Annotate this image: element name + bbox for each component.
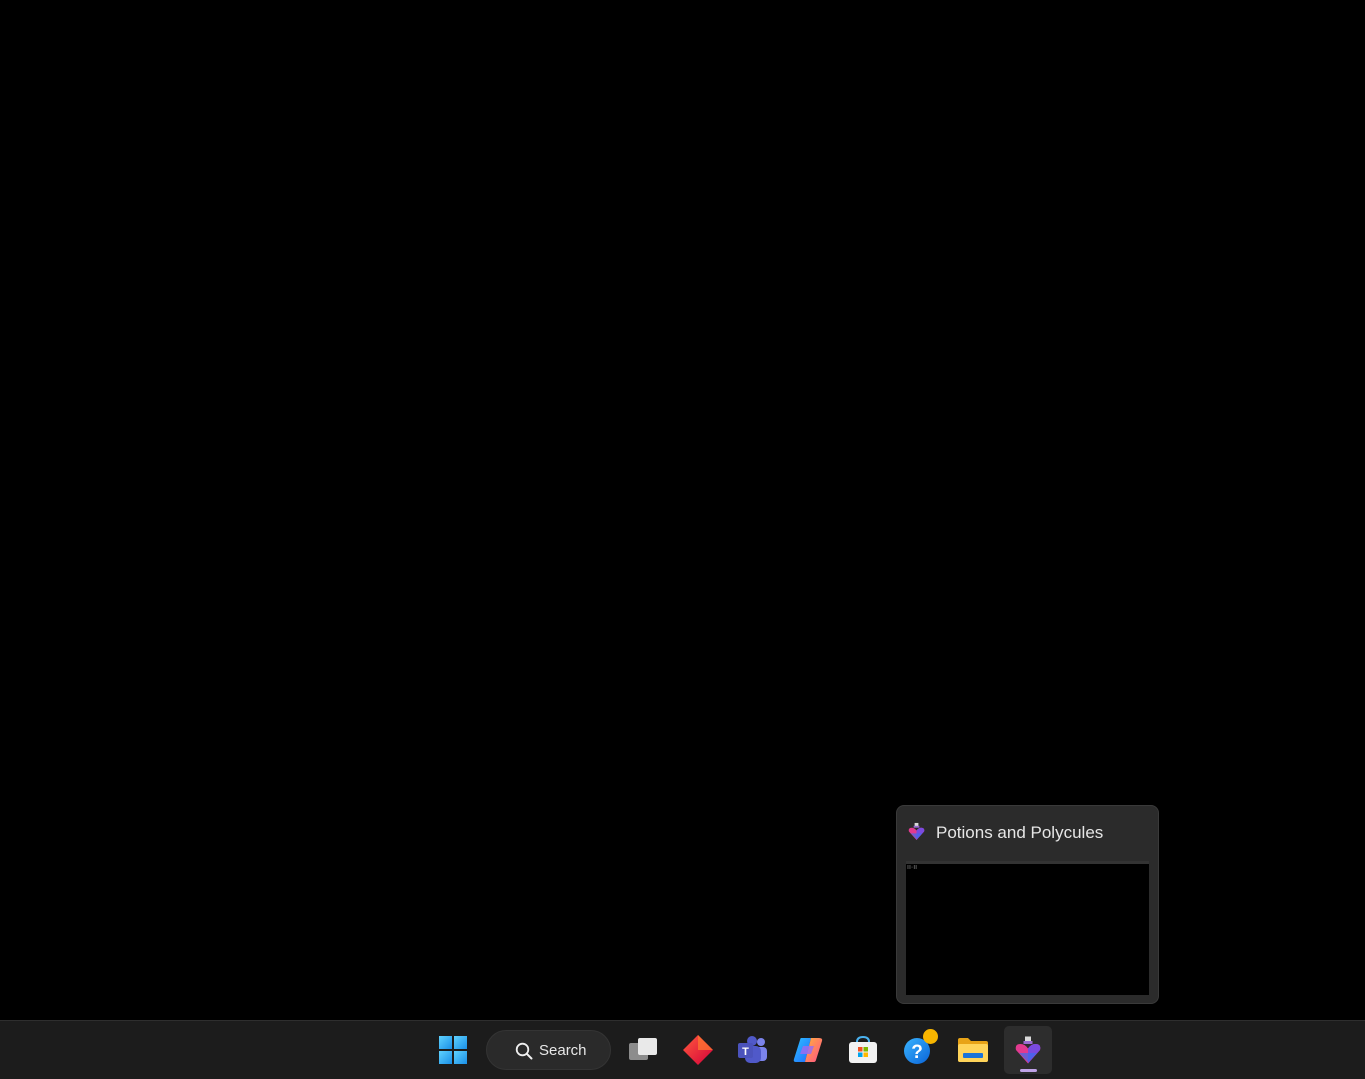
thumbnail-content: ıı·ıı <box>907 864 918 871</box>
active-app-indicator <box>1020 1069 1037 1072</box>
potion-heart-icon <box>1015 1036 1041 1064</box>
search-label: Search <box>539 1042 587 1059</box>
taskbar: Search T ? <box>0 1020 1365 1079</box>
svg-text:?: ? <box>911 1042 923 1063</box>
taskbar-preview-window[interactable]: Potions and Polycules ıı·ıı <box>896 805 1159 1004</box>
folder-icon <box>958 1038 988 1062</box>
search-icon <box>515 1042 533 1060</box>
potion-heart-icon <box>908 822 925 841</box>
copilot-button[interactable] <box>784 1026 832 1074</box>
get-help-button[interactable]: ? <box>894 1026 942 1074</box>
red-diamond-app-icon <box>683 1035 713 1065</box>
preview-header: Potions and Polycules <box>897 806 1160 858</box>
preview-thumbnail[interactable]: ıı·ıı <box>906 861 1149 995</box>
svg-text:T: T <box>742 1046 749 1058</box>
store-icon <box>849 1035 877 1063</box>
preview-title: Potions and Polycules <box>936 823 1104 842</box>
potions-and-polycules-button[interactable] <box>1004 1026 1052 1074</box>
file-explorer-button[interactable] <box>949 1026 997 1074</box>
desktop <box>0 0 1365 1020</box>
red-diamond-app-button[interactable] <box>674 1026 722 1074</box>
microsoft-store-button[interactable] <box>839 1026 887 1074</box>
notification-badge <box>923 1029 938 1044</box>
task-view-button[interactable] <box>619 1026 667 1074</box>
teams-icon: T <box>738 1036 767 1063</box>
windows-logo-icon <box>439 1036 467 1064</box>
copilot-icon <box>793 1038 823 1062</box>
teams-button[interactable]: T <box>729 1026 777 1074</box>
start-button[interactable] <box>429 1026 477 1074</box>
search-box[interactable]: Search <box>486 1030 611 1070</box>
task-view-icon <box>629 1038 657 1060</box>
